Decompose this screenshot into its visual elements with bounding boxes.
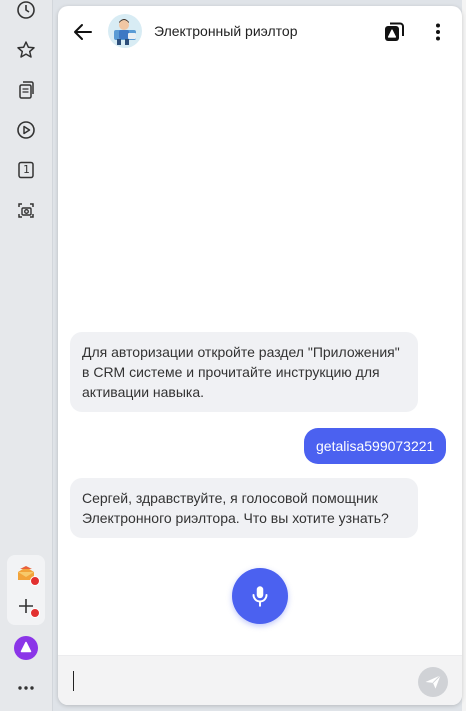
bot-message: Для авторизации откройте раздел "Приложе… [70,332,418,412]
notification-dot [30,576,40,586]
more-icon[interactable] [14,676,38,700]
alice-skills-button[interactable] [382,20,406,44]
chat-panel: Электронный риэлтор Для авторизации откр… [58,6,462,705]
more-vertical-icon [436,23,440,41]
history-icon[interactable] [14,0,38,22]
mail-icon[interactable] [14,562,40,586]
realtor-avatar-icon [114,19,136,45]
chat-title: Электронный риэлтор [154,23,298,39]
tab-count: 1 [23,163,30,176]
chat-header: Электронный риэлтор [58,6,462,56]
menu-button[interactable] [426,20,450,44]
notification-dot [30,608,40,618]
message-text: Сергей, здравствуйте, я голосовой помощн… [82,490,389,526]
tab-counter-icon[interactable]: 1 [14,158,38,182]
send-button[interactable] [418,667,448,697]
collections-icon[interactable] [14,78,38,102]
message-text: getalisa599073221 [316,438,435,454]
user-message: getalisa599073221 [304,428,447,464]
alice-icon[interactable] [14,636,38,660]
text-cursor [73,671,74,691]
screenshot-icon[interactable] [14,198,38,222]
send-icon [425,674,441,689]
cards-icon [385,22,404,41]
back-button[interactable] [70,19,96,45]
add-icon[interactable] [14,594,40,618]
bot-message: Сергей, здравствуйте, я голосовой помощн… [70,478,418,538]
star-icon[interactable] [14,38,38,62]
voice-input-button[interactable] [232,568,288,624]
avatar [108,14,142,48]
microphone-icon [252,586,268,607]
browser-sidebar: 1 [0,0,53,711]
message-text: Для авторизации откройте раздел "Приложе… [82,344,400,400]
play-icon[interactable] [14,118,38,142]
message-input[interactable] [58,655,462,705]
arrow-left-icon [74,24,92,40]
background-page [462,0,466,711]
